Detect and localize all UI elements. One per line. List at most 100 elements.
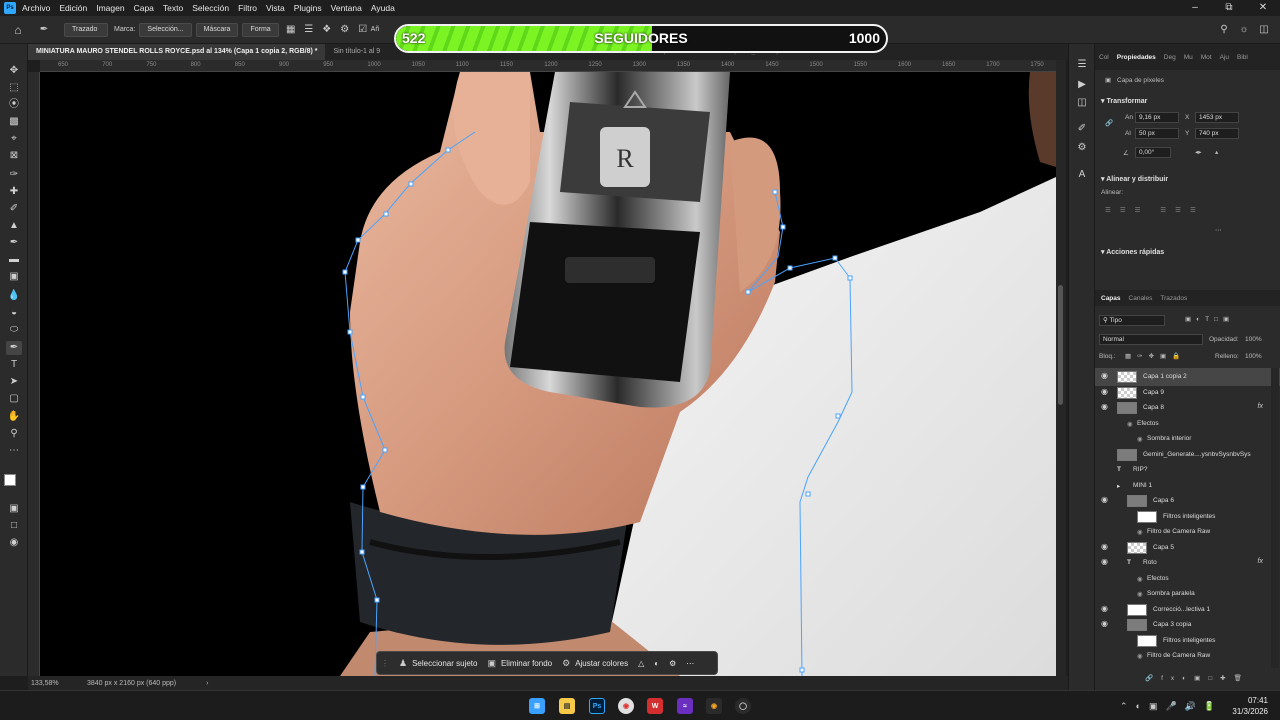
- zoom-tool-icon[interactable]: ⚲: [6, 427, 22, 441]
- layer-filter-icons[interactable]: ▣◐T□▣: [1185, 315, 1234, 323]
- menu-plugins[interactable]: Plugins: [294, 3, 322, 13]
- file-explorer-icon[interactable]: ▤: [559, 698, 575, 714]
- align-buttons[interactable]: ☰☰☰ ☰☰☰: [1105, 206, 1205, 214]
- status-arrow-icon[interactable]: ›: [206, 680, 208, 687]
- blend-mode-select[interactable]: Normal: [1099, 334, 1203, 345]
- stamp-tool-icon[interactable]: ▲: [6, 219, 22, 233]
- effect-visibility-icon[interactable]: ◉: [1137, 652, 1143, 660]
- path-operations-icon[interactable]: ▦: [285, 24, 297, 36]
- quick-mask-icon[interactable]: ▣: [6, 502, 22, 516]
- layer-fx-badge[interactable]: fx: [1258, 558, 1263, 565]
- effect-visibility-icon[interactable]: ◉: [1137, 590, 1143, 598]
- width-field[interactable]: 9,16 px: [1135, 112, 1179, 123]
- menu-ayuda[interactable]: Ayuda: [371, 3, 395, 13]
- visibility-eye-icon[interactable]: ◉: [1101, 495, 1108, 504]
- circle-app-icon[interactable]: ◯: [735, 698, 751, 714]
- document-canvas[interactable]: R: [40, 72, 1056, 676]
- workspace-icon[interactable]: ◫: [1258, 24, 1270, 36]
- search-icon[interactable]: ⚲: [1218, 24, 1230, 36]
- tab-layers[interactable]: Capas: [1097, 295, 1125, 302]
- play-actions-icon[interactable]: ▶: [1074, 78, 1090, 92]
- layer-footer-icons[interactable]: 🔗fx◐▣□✚🗑: [1145, 674, 1250, 682]
- angle-field[interactable]: 0,00°: [1135, 147, 1171, 158]
- photoshop-taskbar-icon[interactable]: Ps: [589, 698, 605, 714]
- folder-icon[interactable]: ▸: [1117, 482, 1120, 490]
- pen-tool-icon[interactable]: ✒: [38, 24, 50, 36]
- selection-button[interactable]: Selección...: [139, 22, 192, 37]
- opacity-value[interactable]: 100%: [1245, 336, 1262, 343]
- menu-edicion[interactable]: Edición: [59, 3, 87, 13]
- align-section[interactable]: ▾ Alinear y distribuir: [1101, 175, 1168, 183]
- y-field[interactable]: 740 px: [1195, 128, 1239, 139]
- dodge-tool-icon[interactable]: ◒: [6, 306, 22, 320]
- tab-adjustments[interactable]: Aju: [1216, 54, 1233, 61]
- blender-icon[interactable]: ◉: [706, 698, 722, 714]
- layer-fx-badge[interactable]: fx: [1258, 403, 1263, 410]
- path-selection-icon[interactable]: ➤: [6, 375, 22, 389]
- object-selection-icon[interactable]: ▩: [6, 115, 22, 129]
- tab-miniatura[interactable]: MINIATURA MAURO STENDEL ROLLS ROYCE.psd …: [28, 44, 326, 60]
- clock-time[interactable]: 07:41: [1226, 696, 1268, 705]
- menu-filtro[interactable]: Filtro: [238, 3, 257, 13]
- blur-tool-icon[interactable]: 💧: [6, 289, 22, 303]
- effect-visibility-icon[interactable]: ◉: [1137, 435, 1143, 443]
- adjustment-icon[interactable]: △: [638, 659, 644, 668]
- gradient-tool-icon[interactable]: ▣: [6, 270, 22, 284]
- visibility-eye-icon[interactable]: ◉: [1101, 371, 1108, 380]
- type-tool-icon[interactable]: T: [6, 358, 22, 372]
- crop-tool-icon[interactable]: ⌖: [6, 132, 22, 146]
- visibility-eye-icon[interactable]: ◉: [1101, 557, 1108, 566]
- frame-tool-icon[interactable]: ⊠: [6, 149, 22, 163]
- tab-channels[interactable]: Canales: [1125, 295, 1157, 302]
- effect-visibility-icon[interactable]: ◉: [1137, 575, 1143, 583]
- zoom-level[interactable]: 133,58%: [31, 680, 87, 687]
- adjust-panel-icon[interactable]: ⚙: [1074, 141, 1090, 155]
- link-icon[interactable]: 🔗: [1105, 119, 1113, 127]
- character-icon[interactable]: A: [1074, 168, 1090, 182]
- eyedropper-icon[interactable]: ✑: [6, 168, 22, 182]
- quick-actions-section[interactable]: ▾ Acciones rápidas: [1101, 248, 1164, 256]
- visibility-eye-icon[interactable]: ◉: [1101, 604, 1108, 613]
- minimize-icon[interactable]: –: [1178, 0, 1212, 15]
- menu-capa[interactable]: Capa: [134, 3, 154, 13]
- hand-tool-icon[interactable]: ✋: [6, 410, 22, 424]
- flip-vertical-icon[interactable]: ▴: [1215, 148, 1218, 156]
- flip-horizontal-icon[interactable]: ◂▸: [1195, 148, 1202, 156]
- tab-patterns[interactable]: Mu: [1180, 54, 1197, 61]
- layer-filter-select[interactable]: ⚲ Tipo: [1099, 315, 1165, 326]
- move-tool-icon[interactable]: ✥: [6, 64, 22, 78]
- visibility-eye-icon[interactable]: ◉: [1101, 402, 1108, 411]
- tab-gradients[interactable]: Deg: [1160, 54, 1180, 61]
- wps-office-icon[interactable]: W: [647, 698, 663, 714]
- lightbulb-icon[interactable]: ☼: [1238, 24, 1250, 36]
- comments-icon[interactable]: ◫: [1074, 96, 1090, 110]
- lasso-tool-icon[interactable]: ⦿: [6, 98, 22, 112]
- shape-button[interactable]: Forma: [242, 22, 279, 37]
- edit-toolbar-icon[interactable]: ◉: [6, 536, 22, 550]
- settings-gear-icon[interactable]: ⚙: [339, 24, 351, 36]
- path-alignment-icon[interactable]: ☰: [303, 24, 315, 36]
- close-icon[interactable]: ✕: [1246, 0, 1280, 15]
- sponge-tool-icon[interactable]: ⬭: [6, 323, 22, 337]
- more-tools-icon[interactable]: ⋯: [6, 444, 22, 458]
- drag-handle-icon[interactable]: ⋮: [381, 659, 389, 668]
- height-field[interactable]: 50 px: [1135, 128, 1179, 139]
- effect-visibility-icon[interactable]: ◉: [1127, 420, 1133, 428]
- menu-imagen[interactable]: Imagen: [96, 3, 124, 13]
- menu-seleccion[interactable]: Selección: [192, 3, 229, 13]
- brush-settings-icon[interactable]: ✐: [1074, 122, 1090, 136]
- layers-scrollbar[interactable]: [1271, 368, 1279, 668]
- pen-tool-selected-icon[interactable]: ✒: [6, 341, 22, 355]
- windows-start-icon[interactable]: ⊞: [529, 698, 545, 714]
- tab-libraries[interactable]: Bibl: [1233, 54, 1252, 61]
- mask-circle-icon[interactable]: ◐: [654, 659, 659, 668]
- screen-mode-icon[interactable]: □: [6, 519, 22, 533]
- visibility-eye-icon[interactable]: ◉: [1101, 542, 1108, 551]
- eraser-tool-icon[interactable]: ▬: [6, 253, 22, 267]
- system-tray-icons[interactable]: ⌃◐▣🎤🔊🔋: [1120, 701, 1223, 712]
- mode-select[interactable]: Trazado: [64, 22, 108, 37]
- transform-section[interactable]: ▾ Transformar: [1101, 97, 1147, 105]
- scrollbar-thumb[interactable]: [1058, 285, 1063, 405]
- chrome-icon[interactable]: ◉: [618, 698, 634, 714]
- more-options-icon[interactable]: ⋯: [686, 659, 694, 668]
